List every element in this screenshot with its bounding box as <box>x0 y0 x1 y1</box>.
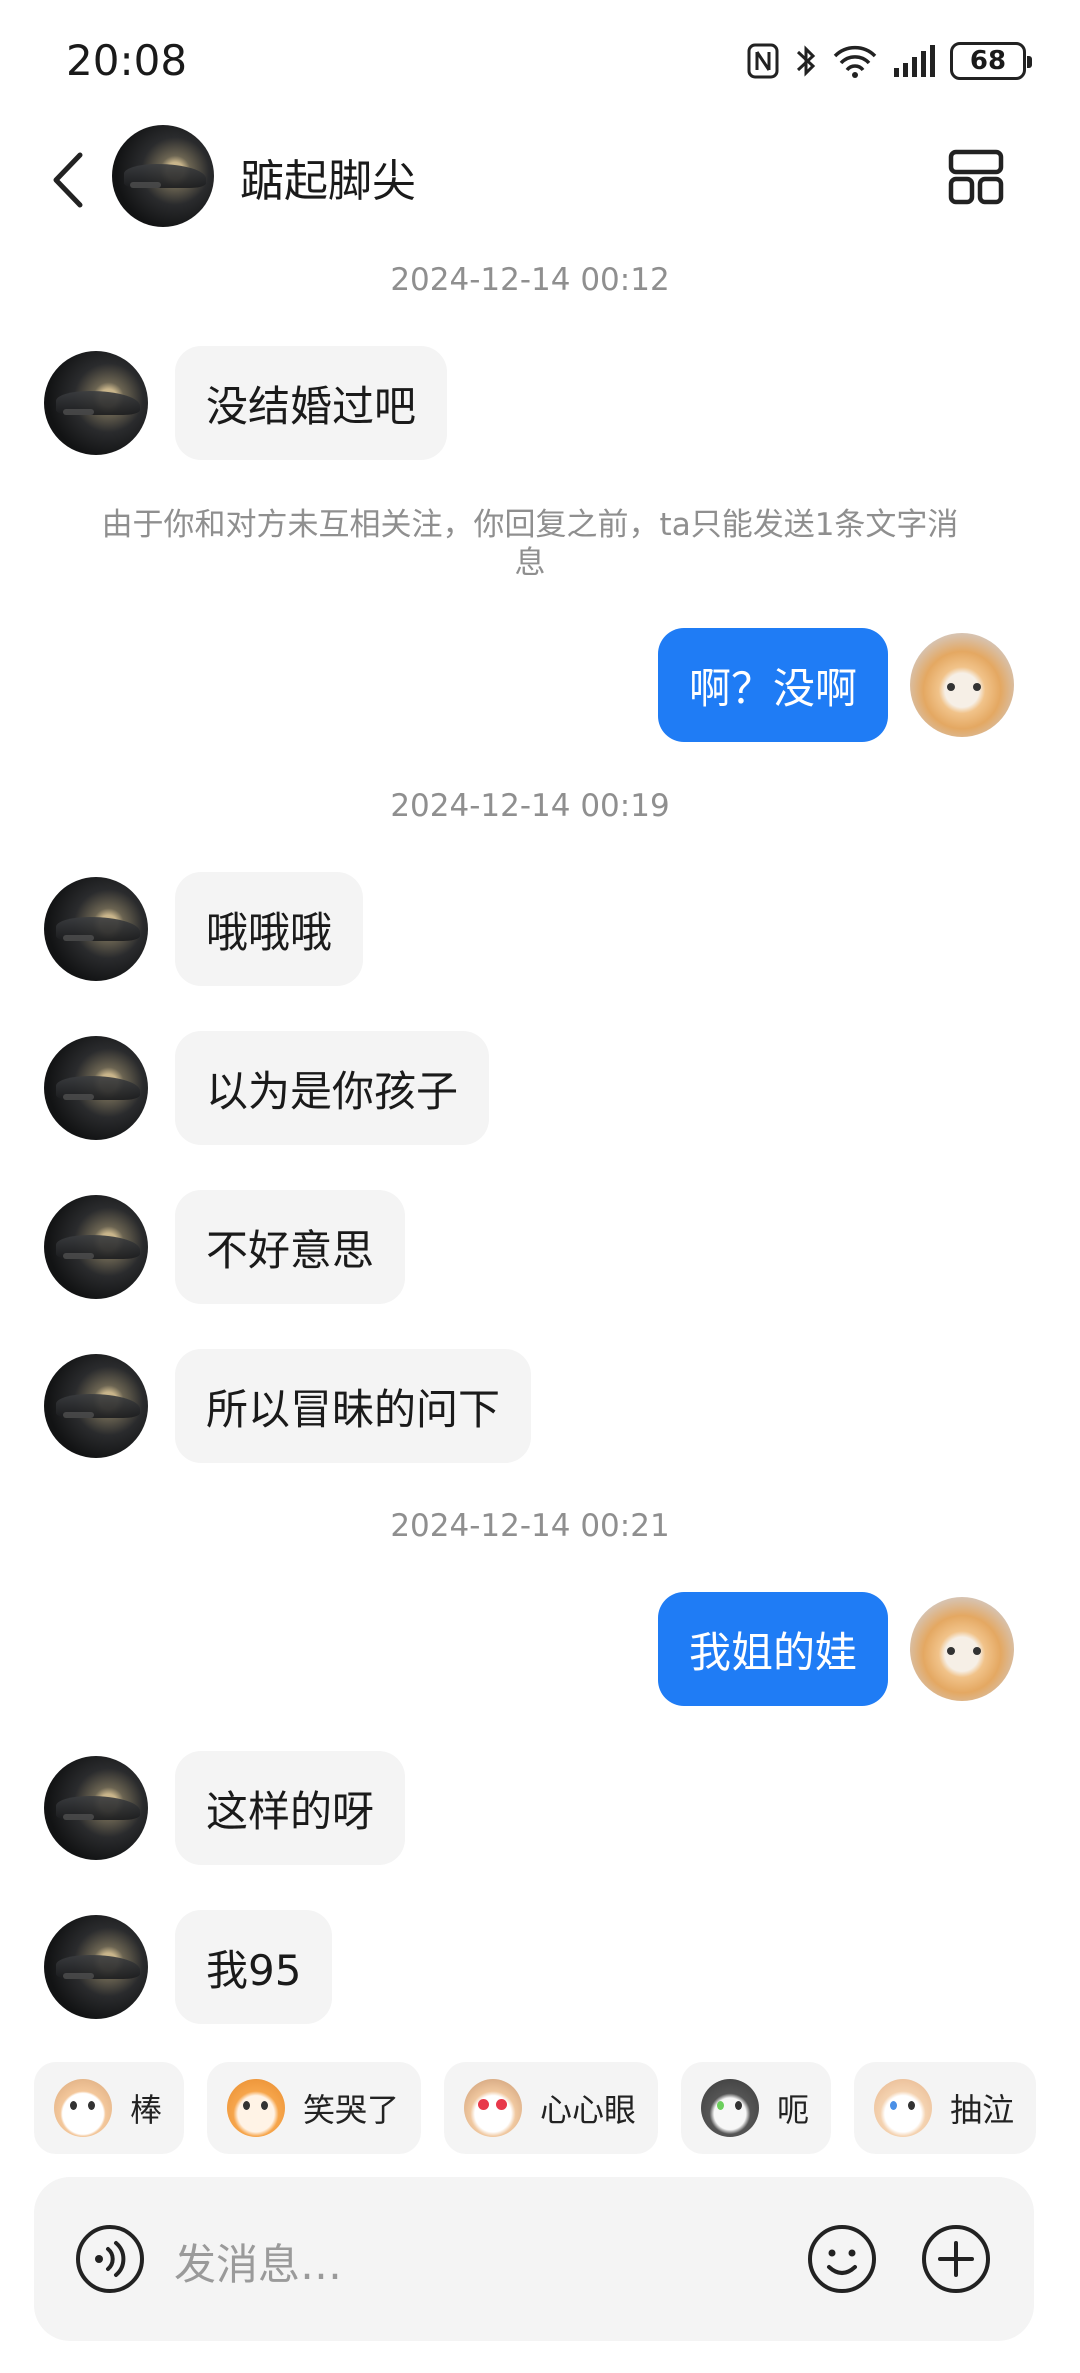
quick-emoji-bar: 棒 笑哭了 心心眼 呃 抽泣 <box>34 2062 1080 2154</box>
message-row: 不好意思 <box>44 1190 406 1304</box>
message-row: 我姐的娃 <box>657 1592 1014 1706</box>
message-bubble[interactable]: 没结婚过吧 <box>175 346 448 460</box>
system-notice: 由于你和对方未互相关注，你回复之前，ta只能发送1条文字消息 <box>101 507 959 581</box>
sender-avatar[interactable] <box>44 1915 148 2019</box>
my-avatar[interactable] <box>910 1597 1014 1701</box>
battery-icon: 68 <box>950 42 1032 80</box>
nfc-icon <box>747 43 779 79</box>
message-row: 我95 <box>44 1910 333 2024</box>
signal-icon <box>894 45 935 77</box>
quick-emoji-label: 心心眼 <box>540 2091 637 2129</box>
contact-name[interactable]: 踮起脚尖 <box>240 145 416 209</box>
quick-emoji-label: 笑哭了 <box>303 2091 400 2129</box>
message-bubble[interactable]: 啊？没啊 <box>657 628 888 742</box>
sender-avatar[interactable] <box>44 877 148 981</box>
message-row: 哦哦哦 <box>44 872 364 986</box>
cat-heart-eyes-emoji-icon <box>464 2079 523 2137</box>
cat-laugh-cry-emoji-icon <box>227 2079 286 2137</box>
layout-icon[interactable] <box>948 149 1004 205</box>
battery-level: 68 <box>969 46 1007 76</box>
voice-icon[interactable] <box>74 2223 146 2295</box>
message-row: 啊？没啊 <box>657 628 1014 742</box>
quick-emoji-label: 抽泣 <box>950 2091 1015 2129</box>
message-row: 没结婚过吧 <box>44 346 448 460</box>
message-row: 以为是你孩子 <box>44 1031 490 1145</box>
message-bubble[interactable]: 哦哦哦 <box>175 872 364 986</box>
message-row: 所以冒昧的问下 <box>44 1349 532 1463</box>
message-input[interactable]: 发消息… <box>174 2231 342 2292</box>
timestamp: 2024-12-14 00:19 <box>390 788 670 824</box>
bluetooth-icon <box>796 45 816 77</box>
sender-avatar[interactable] <box>44 1195 148 1299</box>
quick-emoji-chip[interactable]: 笑哭了 <box>207 2062 422 2154</box>
message-bubble[interactable]: 不好意思 <box>175 1190 406 1304</box>
message-input-bar: 发消息… <box>34 2177 1034 2341</box>
cat-thumbs-up-emoji-icon <box>54 2079 112 2137</box>
message-bubble[interactable]: 以为是你孩子 <box>175 1031 490 1145</box>
contact-avatar[interactable] <box>112 125 214 227</box>
quick-emoji-chip[interactable]: 呃 <box>681 2062 832 2154</box>
timestamp: 2024-12-14 00:21 <box>390 1508 670 1544</box>
message-bubble[interactable]: 我95 <box>175 1910 333 2024</box>
sender-avatar[interactable] <box>44 351 148 455</box>
status-bar: 20:08 68 <box>0 0 1080 120</box>
quick-emoji-chip[interactable]: 心心眼 <box>444 2062 659 2154</box>
sender-avatar[interactable] <box>44 1036 148 1140</box>
my-avatar[interactable] <box>910 633 1014 737</box>
emoji-icon[interactable] <box>806 2223 878 2295</box>
quick-emoji-label: 呃 <box>777 2091 810 2129</box>
status-icons: 68 <box>746 38 1032 84</box>
message-row: 这样的呀 <box>44 1751 406 1865</box>
plus-icon[interactable] <box>920 2223 992 2295</box>
quick-emoji-chip[interactable]: 抽泣 <box>854 2062 1037 2154</box>
quick-emoji-label: 棒 <box>130 2091 163 2129</box>
chat-header: 踮起脚尖 <box>0 125 1080 235</box>
sender-avatar[interactable] <box>44 1756 148 1860</box>
sender-avatar[interactable] <box>44 1354 148 1458</box>
cat-sob-emoji-icon <box>874 2079 933 2137</box>
message-bubble[interactable]: 我姐的娃 <box>657 1592 888 1706</box>
quick-emoji-chip[interactable]: 棒 <box>34 2062 185 2154</box>
timestamp: 2024-12-14 00:12 <box>390 262 670 298</box>
wifi-icon <box>833 45 877 78</box>
status-time: 20:08 <box>66 36 188 85</box>
cat-awkward-emoji-icon <box>701 2079 760 2137</box>
message-bubble[interactable]: 这样的呀 <box>175 1751 406 1865</box>
message-bubble[interactable]: 所以冒昧的问下 <box>175 1349 532 1463</box>
back-icon[interactable] <box>44 147 94 213</box>
